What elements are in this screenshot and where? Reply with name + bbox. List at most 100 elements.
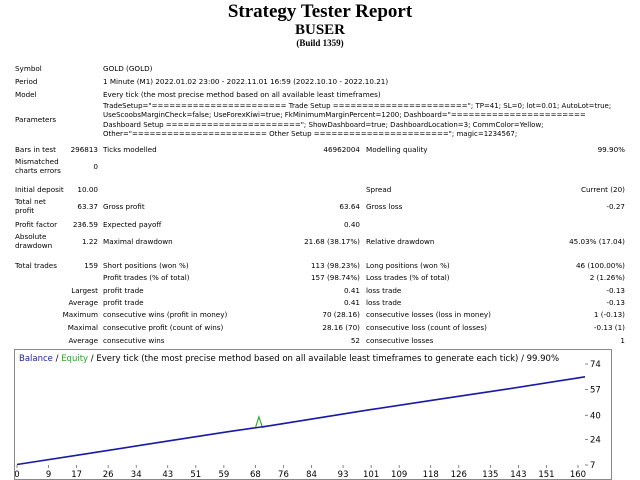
total-trades-value: 159 [84,261,98,270]
bars-label: Bars in test [15,145,56,154]
largest-profit-value: 0.41 [343,286,360,295]
x-tick-label: 135 [482,470,498,479]
x-tick-label: 84 [306,470,317,479]
netprofit-label: Total net profit [15,197,46,215]
y-tick-label: 57 [590,386,601,396]
grossloss-value: -0.27 [606,202,625,211]
x-tick-label: 34 [131,470,142,479]
average-loss-value: -0.13 [606,298,625,307]
profit-trades-value: 157 (98.74%) [310,273,360,282]
max-wins-value: 70 (28.16) [322,310,360,319]
quality-label: Modelling quality [366,145,428,154]
x-tick-label: 151 [538,470,554,479]
balance-chart-svg: Balance / Equity / Every tick (the most … [15,354,601,479]
x-tick-label: 109 [391,470,407,479]
maximum-label: Maximum [62,310,98,319]
model-label: Model [15,90,37,99]
loss-trades-value: 2 (1.26%) [589,273,625,282]
x-tick-label: 143 [510,470,526,479]
y-tick-label: 40 [590,411,601,421]
max-wins-label: consecutive wins (profit in money) [103,310,228,319]
avg-wins-label: consecutive wins [103,336,165,345]
maximal-label: Maximal [67,323,98,332]
pf-label: Profit factor [15,220,58,229]
avg-losses-label: consecutive losses [366,336,434,345]
symbol-label: Symbol [15,64,42,73]
x-tick-label: 68 [250,470,261,479]
largest-profit-label: profit trade [103,286,144,295]
average-loss-label: loss trade [366,298,402,307]
grossprofit-label: Gross profit [103,202,145,211]
total-trades-label: Total trades [15,261,57,270]
mx-loss-label: consecutive loss (count of losses) [366,323,487,332]
y-tick-label: 7 [590,461,595,471]
x-tick-label: 43 [162,470,173,479]
spread-label: Spread [366,185,392,194]
y-tick-label: 24 [590,435,601,445]
ticks-value: 46962004 [323,145,360,154]
average-profit-value: 0.41 [343,298,360,307]
short-label: Short positions (won %) [103,261,189,270]
avg-wins-value: 52 [350,336,360,345]
avg-losses-value: 1 [620,336,625,345]
mx-profit-label: consecutive profit (count of wins) [103,323,224,332]
model-value: Every tick (the most precise method base… [103,90,381,99]
average-profit-label: profit trade [103,298,144,307]
symbol-value: GOLD (GOLD) [103,64,153,73]
balance-chart: Balance / Equity / Every tick (the most … [14,349,612,480]
parameters-label: Parameters [15,115,57,124]
period-value: 1 Minute (M1) 2022.01.02 23:00 - 2022.11… [103,77,389,86]
ep-label: Expected payoff [103,220,162,229]
y-tick-label: 74 [590,360,601,370]
largest-label: Largest [71,286,98,295]
max-losses-label: consecutive losses (loss in money) [366,310,491,319]
deposit-label: Initial deposit [15,185,64,194]
build-number: (Build 1359) [296,38,344,48]
period-label: Period [15,77,38,86]
x-tick-label: 93 [338,470,349,479]
grossloss-label: Gross loss [366,202,403,211]
expert-name: BUSER [294,22,346,38]
x-tick-label: 51 [190,470,201,479]
x-tick-label: 26 [103,470,114,479]
x-tick-label: 160 [570,470,586,479]
loss-trades-label: Loss trades (% of total) [366,273,450,282]
absdd-label: Absolute drawdown [15,232,53,250]
reldd-label: Relative drawdown [366,237,435,246]
largest-loss-label: loss trade [366,286,402,295]
short-value: 113 (98.23%) [310,261,360,270]
long-label: Long positions (won %) [366,261,450,270]
average-label: Average [68,298,98,307]
legend-balance: Balance [19,354,53,364]
x-tick-label: 59 [218,470,229,479]
x-tick-label: 118 [423,470,439,479]
mx-profit-value: 28.16 (70) [322,323,360,332]
spread-value: Current (20) [580,185,625,194]
netprofit-value: 63.37 [77,202,98,211]
reldd-value: 45.03% (17.04) [569,237,625,246]
mismatch-value: 0 [93,162,98,171]
largest-loss-value: -0.13 [606,286,625,295]
legend-line: Balance / Equity / Every tick (the most … [19,354,559,364]
avg-consecutive-label: Average [68,336,98,345]
parameters-value: TradeSetup="======================= Trad… [103,102,612,138]
legend-equity: Equity [61,354,88,364]
profit-trades-label: Profit trades (% of total) [103,273,190,282]
x-tick-label: 0 [15,470,20,479]
deposit-value: 10.00 [77,185,98,194]
absdd-value: 1.22 [81,237,98,246]
x-tick-label: 9 [46,470,51,479]
ticks-label: Ticks modelled [103,145,157,154]
x-tick-label: 17 [71,470,82,479]
bars-value: 296813 [70,145,98,154]
x-tick-label: 101 [363,470,379,479]
grossprofit-value: 63.64 [339,202,360,211]
x-tick-label: 76 [278,470,289,479]
ep-value: 0.40 [343,220,360,229]
max-losses-value: 1 (-0.13) [593,310,625,319]
maxdd-label: Maximal drawdown [103,237,173,246]
long-value: 46 (100.00%) [575,261,625,270]
x-tick-label: 126 [451,470,467,479]
quality-value: 99.90% [597,145,625,154]
pf-value: 236.59 [72,220,98,229]
